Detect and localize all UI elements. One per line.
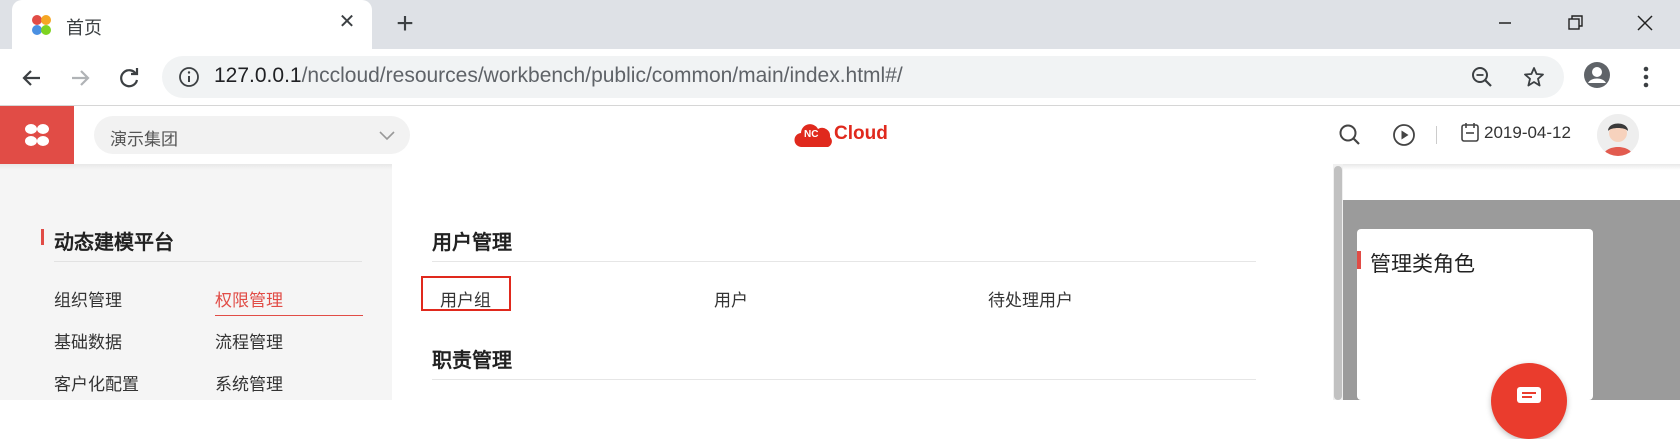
url-host: 127.0.0.1 (214, 64, 302, 87)
minimize-icon[interactable] (1490, 8, 1520, 38)
browser-tab[interactable]: 首页 ✕ (12, 0, 372, 49)
category-item-permission[interactable]: 权限管理 (215, 286, 283, 311)
brand-word: Cloud (834, 123, 888, 144)
browser-menu-icon[interactable] (1632, 61, 1660, 93)
header-separator (1436, 126, 1437, 144)
category-item-org[interactable]: 组织管理 (54, 286, 122, 311)
browser-tab-bar: 首页 ✕ + (0, 0, 1680, 49)
active-category-underline (215, 315, 363, 316)
tab-close-icon[interactable]: ✕ (335, 10, 359, 34)
feedback-fab-button[interactable] (1491, 363, 1567, 439)
url-path: /nccloud/resources/workbench/public/comm… (301, 64, 903, 87)
close-window-icon[interactable] (1630, 8, 1660, 38)
url-text[interactable]: 127.0.0.1/nccloud/resources/workbench/pu… (214, 64, 903, 88)
new-tab-button[interactable]: + (390, 9, 420, 40)
avatar[interactable] (1597, 114, 1639, 156)
address-bar[interactable]: 127.0.0.1/nccloud/resources/workbench/pu… (162, 56, 1564, 98)
group-select[interactable]: 演示集团 (94, 116, 410, 154)
card-title-marker (1357, 251, 1361, 269)
search-icon[interactable] (1337, 122, 1363, 148)
restore-icon[interactable] (1560, 8, 1590, 38)
function-item-user-group[interactable]: 用户组 (440, 286, 491, 311)
browser-toolbar: 127.0.0.1/nccloud/resources/workbench/pu… (0, 49, 1680, 106)
play-guide-icon[interactable] (1391, 122, 1417, 148)
business-date-text: 2019-04-12 (1484, 123, 1571, 142)
module-category-panel (0, 164, 392, 400)
app-menu-icon (25, 124, 49, 146)
category-item-workflow[interactable]: 流程管理 (215, 328, 283, 353)
forward-icon[interactable] (64, 62, 96, 94)
section-divider (432, 379, 1256, 380)
category-item-customization[interactable]: 客户化配置 (54, 370, 139, 395)
section-title-duty-mgmt: 职责管理 (432, 350, 512, 372)
function-item-pending-user[interactable]: 待处理用户 (988, 286, 1073, 311)
site-info-icon[interactable] (178, 66, 200, 88)
category-item-system[interactable]: 系统管理 (215, 370, 283, 395)
zoom-out-icon[interactable] (1470, 65, 1494, 89)
profile-icon[interactable] (1583, 61, 1611, 89)
card-title: 管理类角色 (1370, 253, 1475, 276)
section-divider (432, 261, 1256, 262)
brand-badge: NC (804, 129, 819, 140)
user-avatar-icon (1597, 114, 1639, 156)
tab-title: 首页 (66, 18, 102, 38)
category-title: 动态建模平台 (54, 232, 174, 254)
category-divider (54, 261, 362, 262)
group-select-value: 演示集团 (110, 130, 178, 149)
scrollbar-thumb[interactable] (1334, 166, 1342, 400)
app-menu-button[interactable] (0, 106, 74, 164)
reload-icon[interactable] (113, 62, 145, 94)
bookmark-star-icon[interactable] (1522, 65, 1546, 89)
chevron-down-icon (379, 131, 395, 141)
function-panel (392, 164, 1334, 400)
calendar-icon (1461, 123, 1479, 142)
app-favicon-icon (32, 15, 51, 35)
function-item-user[interactable]: 用户 (714, 286, 748, 311)
category-item-basedata[interactable]: 基础数据 (54, 328, 122, 353)
message-icon (1517, 387, 1541, 403)
section-title-user-mgmt: 用户管理 (432, 232, 512, 254)
category-title-marker (41, 229, 44, 245)
app-header: 演示集团 NC Cloud 2019-04-12 (0, 106, 1680, 164)
back-icon[interactable] (16, 62, 48, 94)
